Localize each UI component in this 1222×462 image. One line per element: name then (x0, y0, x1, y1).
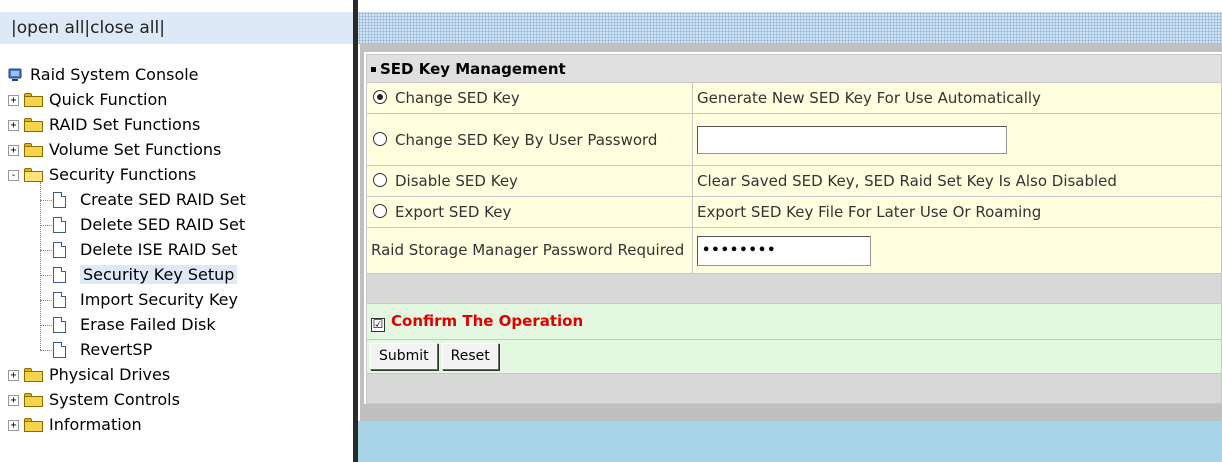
confirm-cell: ☑ Confirm The Operation (366, 303, 1222, 340)
expand-icon[interactable]: + (8, 395, 19, 406)
option-row-disable-sed-key: Disable SED Key Clear Saved SED Key, SED… (366, 165, 1222, 197)
radio-button[interactable] (373, 204, 387, 218)
folder-icon (24, 418, 43, 432)
password-row: Raid Storage Manager Password Required (366, 227, 1222, 274)
tree-item-label: Security Functions (49, 165, 197, 184)
confirm-label: Confirm The Operation (391, 311, 584, 330)
bullet-icon (371, 66, 376, 72)
option-desc: Clear Saved SED Key, SED Raid Set Key Is… (692, 165, 1222, 197)
option-row-export-sed-key: Export SED Key Export SED Key File For L… (366, 196, 1222, 228)
option-label: Export SED Key (395, 203, 512, 221)
navigation-pane: |open all|close all| Raid System Console… (0, 0, 353, 462)
tree-leaf-label: RevertSP (80, 340, 153, 359)
form-frame: SED Key Management Change SED Key Genera… (360, 44, 1222, 421)
expand-icon[interactable]: + (8, 420, 19, 431)
confirm-checkbox[interactable]: ☑ (371, 317, 385, 332)
page-icon (53, 317, 66, 333)
option-label: Change SED Key (395, 89, 520, 107)
collapse-icon[interactable]: - (8, 170, 19, 181)
tree-item-label: Physical Drives (49, 365, 171, 384)
user-password-input[interactable] (697, 125, 1007, 154)
open-close-all-links[interactable]: |open all|close all| (11, 18, 165, 38)
spacer-row (366, 273, 1222, 304)
folder-icon (24, 368, 43, 382)
console-icon (8, 68, 22, 81)
option-row-change-sed-key-by-password: Change SED Key By User Password (366, 113, 1222, 166)
radio-button[interactable] (373, 173, 387, 187)
folder-icon (24, 143, 43, 157)
form-title-text: SED Key Management (380, 59, 566, 78)
content-header-pattern (358, 12, 1222, 44)
sed-key-form: SED Key Management Change SED Key Genera… (366, 54, 1222, 404)
tree-leaf-label: Erase Failed Disk (80, 315, 216, 334)
manager-password-input[interactable] (697, 235, 871, 266)
content-bottom-band (358, 421, 1222, 462)
folder-icon (24, 118, 43, 132)
button-row: Submit Reset (366, 339, 1222, 374)
expand-icon[interactable]: + (8, 145, 19, 156)
password-input-cell (692, 227, 1222, 274)
option-input-cell (692, 113, 1222, 166)
expand-icon[interactable]: + (8, 120, 19, 131)
option-label: Disable SED Key (395, 172, 518, 190)
folder-icon (24, 393, 43, 407)
password-label: Raid Storage Manager Password Required (366, 227, 693, 274)
tree-item-label: RAID Set Functions (49, 115, 201, 134)
expand-icon[interactable]: + (8, 95, 19, 106)
form-header-row: SED Key Management (366, 54, 1222, 83)
submit-button[interactable]: Submit (370, 343, 438, 370)
radio-button-selected[interactable] (373, 90, 387, 104)
tree-leaf-label: Delete ISE RAID Set (80, 240, 238, 259)
radio-button[interactable] (373, 131, 387, 146)
folder-icon (24, 93, 43, 107)
open-folder-icon (24, 168, 43, 182)
button-cell: Submit Reset (366, 339, 1222, 374)
option-label-cell[interactable]: Change SED Key (366, 82, 693, 114)
tree-item-label: Volume Set Functions (49, 140, 222, 159)
option-label-cell[interactable]: Export SED Key (366, 196, 693, 228)
tree-item-label: Quick Function (49, 90, 168, 109)
tree-leaf-label: Create SED RAID Set (80, 190, 246, 209)
expand-icon[interactable]: + (8, 370, 19, 381)
page-icon (53, 192, 66, 208)
tree-leaf-label: Delete SED RAID Set (80, 215, 246, 234)
content-pane: SED Key Management Change SED Key Genera… (358, 0, 1222, 462)
page-icon (53, 267, 66, 283)
tree-item-label: System Controls (49, 390, 180, 409)
form-container: SED Key Management Change SED Key Genera… (364, 52, 1222, 404)
option-label: Change SED Key By User Password (395, 130, 658, 149)
option-desc: Generate New SED Key For Use Automatical… (692, 82, 1222, 114)
page-icon (53, 292, 66, 308)
tree-item-label: Information (49, 415, 142, 434)
option-desc: Export SED Key File For Later Use Or Roa… (692, 196, 1222, 228)
page-icon (53, 217, 66, 233)
option-row-change-sed-key: Change SED Key Generate New SED Key For … (366, 82, 1222, 114)
footer-row (366, 373, 1222, 404)
tree-leaf-label-selected: Security Key Setup (80, 265, 238, 284)
form-title: SED Key Management (366, 54, 1222, 83)
tree-leaf-label: Import Security Key (80, 290, 238, 309)
reset-button[interactable]: Reset (441, 343, 499, 370)
option-label-cell[interactable]: Change SED Key By User Password (366, 113, 693, 166)
page-icon (53, 242, 66, 258)
option-label-cell[interactable]: Disable SED Key (366, 165, 693, 197)
page-icon (53, 342, 66, 358)
confirm-row: ☑ Confirm The Operation (366, 303, 1222, 340)
tree-root-label: Raid System Console (30, 65, 199, 84)
